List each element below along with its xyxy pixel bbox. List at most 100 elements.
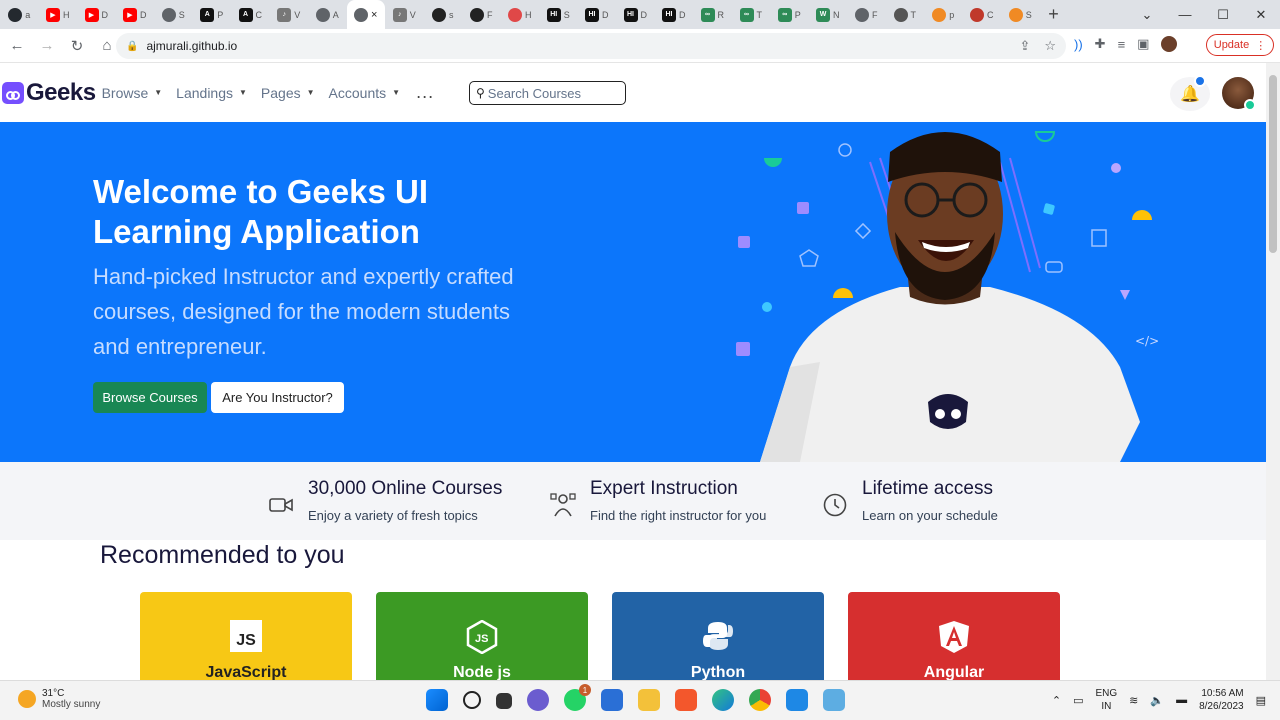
reload-button[interactable]: ↻ bbox=[64, 37, 90, 55]
menu-landings[interactable]: Landings ▼ bbox=[176, 82, 247, 103]
task-view-icon[interactable] bbox=[496, 693, 512, 709]
feature-courses: 30,000 Online Courses Enjoy a variety of … bbox=[268, 478, 502, 525]
search-icon[interactable] bbox=[463, 691, 481, 709]
extension-icon[interactable]: )) bbox=[1074, 37, 1083, 52]
browser-tab[interactable]: H bbox=[501, 0, 540, 29]
menu-accounts[interactable]: Accounts ▼ bbox=[329, 82, 401, 103]
store-icon[interactable] bbox=[601, 689, 623, 711]
vscode-icon[interactable] bbox=[786, 689, 808, 711]
browser-tab[interactable]: ∞ R bbox=[693, 0, 732, 29]
browser-tab[interactable]: S bbox=[1001, 0, 1040, 29]
battery-indicator-icon[interactable]: ▭ bbox=[1073, 694, 1083, 707]
tab-title: S bbox=[178, 9, 185, 20]
clock[interactable]: 10:56 AM 8/26/2023 bbox=[1199, 687, 1244, 713]
instructor-button[interactable]: Are You Instructor? bbox=[211, 382, 344, 413]
minimize-button[interactable]: — bbox=[1166, 0, 1204, 29]
browser-tab[interactable]: ▶ D bbox=[77, 0, 116, 29]
weather-text: Mostly sunny bbox=[42, 699, 101, 710]
address-bar[interactable]: 🔒 ajmurali.github.io ⇪ ☆ bbox=[116, 33, 1066, 59]
bookmark-star-icon[interactable]: ☆ bbox=[1044, 38, 1056, 54]
browser-tab[interactable]: HI D bbox=[616, 0, 655, 29]
browser-tab[interactable]: HI S bbox=[539, 0, 578, 29]
browser-tab[interactable]: a bbox=[0, 0, 39, 29]
tab-title: C bbox=[987, 9, 994, 20]
chevron-up-icon[interactable]: ⌃ bbox=[1052, 694, 1061, 707]
browser-tab[interactable]: F bbox=[462, 0, 501, 29]
notepad-icon[interactable] bbox=[823, 689, 845, 711]
clock-icon bbox=[822, 492, 848, 518]
course-card-nodejs[interactable]: JS Node js bbox=[376, 592, 588, 680]
browser-tab[interactable]: ▶ D bbox=[116, 0, 155, 29]
browse-courses-button[interactable]: Browse Courses bbox=[93, 382, 207, 413]
tab-favicon-icon bbox=[354, 7, 369, 22]
language-indicator[interactable]: ENG IN bbox=[1096, 687, 1118, 713]
browser-tab[interactable]: ∞ P bbox=[770, 0, 809, 29]
scrollbar-thumb[interactable] bbox=[1269, 75, 1277, 253]
whatsapp-icon[interactable]: 1 bbox=[564, 684, 591, 711]
feature-instruction: Expert Instruction Find the right instruc… bbox=[550, 478, 766, 525]
site-navbar: Geeks Browse ▼ Landings ▼ Pages ▼ Accounts ▼… bbox=[0, 63, 1266, 122]
search-courses-input[interactable]: ⚲ Search Courses bbox=[469, 81, 626, 105]
browser-tab[interactable]: AP bbox=[193, 0, 232, 29]
chrome-icon[interactable] bbox=[749, 689, 771, 711]
browser-tab[interactable]: T bbox=[886, 0, 925, 29]
more-menu-icon[interactable]: ... bbox=[416, 82, 434, 103]
tab-title: H bbox=[525, 9, 532, 20]
browser-tab[interactable]: ▶ H bbox=[39, 0, 78, 29]
course-card-angular[interactable]: Angular bbox=[848, 592, 1060, 680]
browser-tab[interactable]: S bbox=[154, 0, 193, 29]
browser-tab[interactable]: AC bbox=[231, 0, 270, 29]
side-panel-icon[interactable]: ▣ bbox=[1137, 36, 1149, 52]
course-card-javascript[interactable]: JS JavaScript bbox=[140, 592, 352, 680]
browser-tab[interactable]: ♪ V bbox=[270, 0, 309, 29]
browser-tab[interactable]: HI D bbox=[578, 0, 617, 29]
menu-browse[interactable]: Browse ▼ bbox=[102, 82, 163, 103]
update-button[interactable]: Update ⋮ bbox=[1206, 34, 1274, 56]
close-window-button[interactable]: ✕ bbox=[1242, 0, 1280, 29]
tab-favicon-icon: ∞ bbox=[739, 7, 754, 22]
menu-pages[interactable]: Pages ▼ bbox=[261, 82, 315, 103]
profile-avatar[interactable] bbox=[1161, 36, 1178, 52]
weather-widget[interactable]: 31°C Mostly sunny bbox=[18, 688, 100, 710]
course-card-python[interactable]: Python bbox=[612, 592, 824, 680]
tab-favicon-icon: ▶ bbox=[46, 7, 60, 22]
file-explorer-icon[interactable] bbox=[638, 689, 660, 711]
share-icon[interactable]: ⇪ bbox=[1019, 38, 1030, 54]
tab-search-icon[interactable]: ⌄ bbox=[1128, 0, 1166, 29]
new-tab-button[interactable]: + bbox=[1040, 0, 1068, 29]
browser-tab[interactable]: ♪ V bbox=[385, 0, 424, 29]
hero-title: Welcome to Geeks UI Learning Application bbox=[93, 173, 429, 250]
volume-icon[interactable]: 🔈 bbox=[1150, 694, 1164, 707]
browser-tab[interactable]: ∞ T bbox=[732, 0, 771, 29]
caret-down-icon: ▼ bbox=[154, 88, 163, 97]
browser-tab[interactable]: A bbox=[308, 0, 347, 29]
geeks-logo[interactable]: Geeks bbox=[2, 79, 96, 107]
user-avatar[interactable] bbox=[1222, 77, 1256, 111]
browser-tab[interactable]: × bbox=[346, 0, 385, 29]
browser-tab[interactable]: p bbox=[924, 0, 963, 29]
browser-tab[interactable]: WN bbox=[809, 0, 848, 29]
media-icon[interactable]: ≡ bbox=[1118, 37, 1126, 52]
browser-tab[interactable]: HI D bbox=[655, 0, 694, 29]
tab-title[interactable]: × bbox=[371, 9, 377, 21]
caret-down-icon: ▼ bbox=[392, 88, 401, 97]
start-windows-icon[interactable] bbox=[426, 689, 448, 711]
back-button[interactable]: ← bbox=[4, 37, 30, 54]
edge-icon[interactable] bbox=[712, 689, 734, 711]
forward-button[interactable]: → bbox=[34, 37, 60, 54]
notification-button[interactable]: 🔔 bbox=[1170, 75, 1210, 111]
brave-icon[interactable] bbox=[675, 689, 697, 711]
tab-title: T bbox=[756, 9, 763, 20]
online-status-dot bbox=[1244, 99, 1256, 111]
puzzle-icon[interactable]: ✚ bbox=[1095, 36, 1106, 52]
notifications-icon[interactable]: ▤ bbox=[1256, 694, 1266, 707]
wifi-icon[interactable]: ≋ bbox=[1129, 694, 1138, 707]
browser-tab[interactable]: C bbox=[963, 0, 1002, 29]
browser-tab[interactable]: F bbox=[847, 0, 886, 29]
page-scrollbar[interactable] bbox=[1266, 63, 1280, 680]
browser-tab[interactable]: s bbox=[424, 0, 463, 29]
battery-icon[interactable]: ▬ bbox=[1176, 694, 1187, 706]
tab-title: C bbox=[255, 9, 263, 20]
chat-icon[interactable] bbox=[527, 689, 549, 711]
maximize-button[interactable]: ☐ bbox=[1204, 0, 1242, 29]
